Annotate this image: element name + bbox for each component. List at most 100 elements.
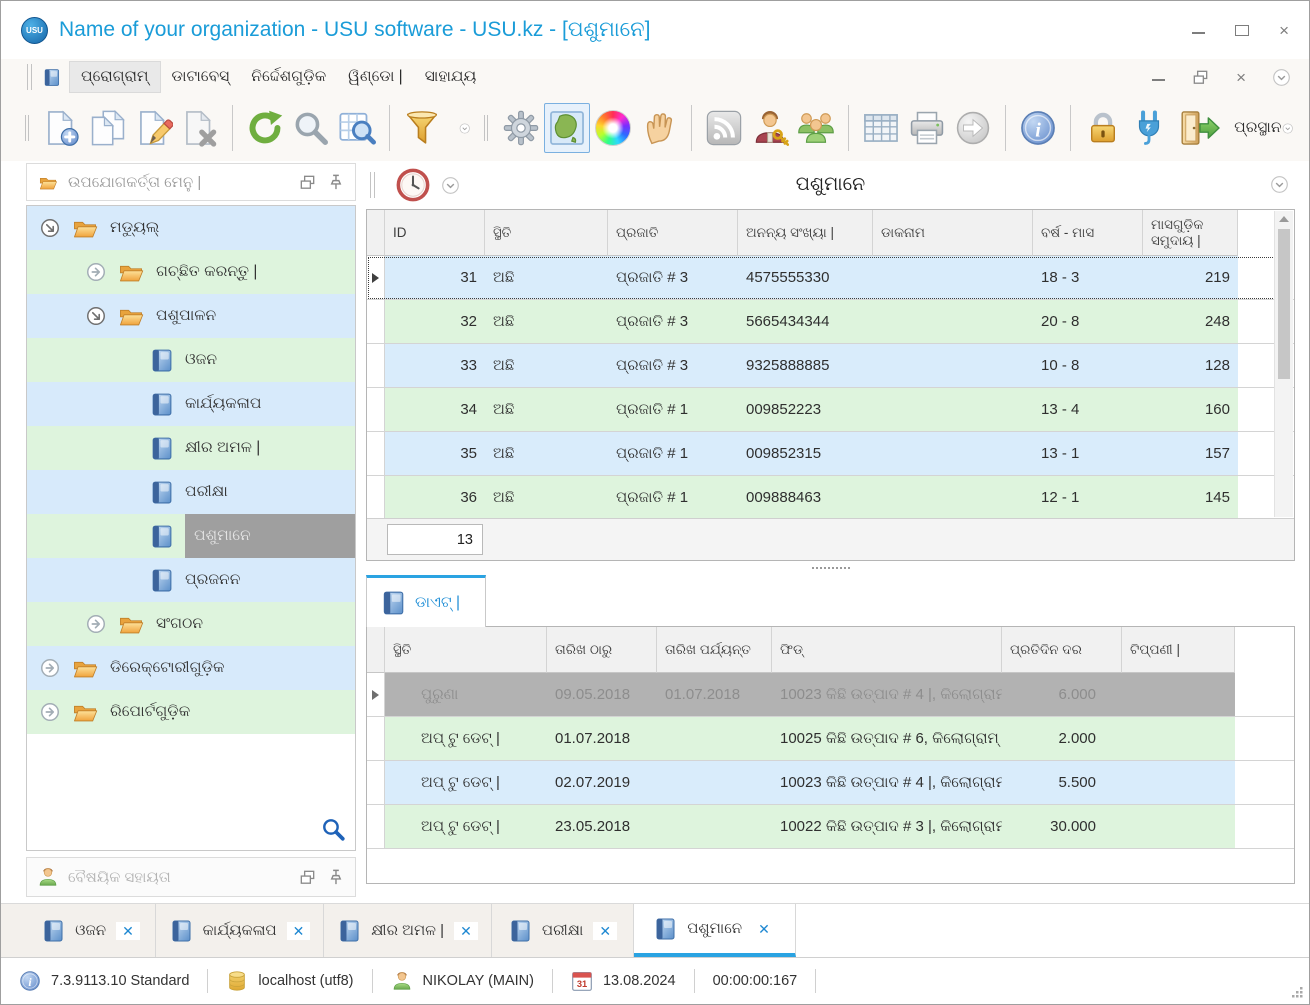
tree-item-breeding[interactable]: ପ୍ରଜନନ xyxy=(27,558,355,602)
color-scheme-button[interactable] xyxy=(590,103,636,153)
menu-item-database[interactable]: ଡାଟାବେସ୍ xyxy=(161,62,241,92)
tree-item-activity[interactable]: କାର୍ଯ୍ୟକଳାପ xyxy=(27,382,355,426)
menubar-drag-handle[interactable] xyxy=(27,64,32,90)
connection-button[interactable] xyxy=(1126,103,1172,153)
column-header-species[interactable]: ପ୍ରଜାତି xyxy=(608,210,738,256)
table-row[interactable]: ଅପ୍ ଟୁ ଡେଟ୍ | 01.07.2018 10025 କିଛି ଉତ୍ପ… xyxy=(367,717,1294,761)
copy-record-button[interactable] xyxy=(85,103,131,153)
tree-item-weight[interactable]: ଓଜନ xyxy=(27,338,355,382)
menu-item-commands[interactable]: ନିର୍ଦ୍ଦେଶଗୁଡ଼ିକ xyxy=(240,62,337,92)
tree-item-reports[interactable]: ରିପୋର୍ଟଗୁଡ଼ିକ xyxy=(27,690,355,734)
users-button[interactable] xyxy=(793,103,839,153)
technical-support-bar[interactable]: ବୈଷୟିକ ସହାୟତା xyxy=(26,857,356,897)
tree-item-directories[interactable]: ଡିରେକ୍ଟୋରୀଗୁଡ଼ିକ xyxy=(27,646,355,690)
column-header-id[interactable]: ID xyxy=(385,210,485,256)
table-row[interactable]: 31 ଅଛି ପ୍ରଜାତି # 3 4575555330 18 - 3 219 xyxy=(367,256,1294,300)
expand-arrow-icon[interactable] xyxy=(39,657,61,679)
table-row[interactable]: ଅପ୍ ଟୁ ଡେଟ୍ | 23.05.2018 10022 କିଛି ଉତ୍ପ… xyxy=(367,805,1294,849)
doc-tab-animals-active[interactable]: ପଶୁମାନେ ✕ xyxy=(634,904,796,957)
filter-button[interactable] xyxy=(399,103,445,153)
resize-grip[interactable] xyxy=(1290,985,1304,999)
timer-clock-icon[interactable] xyxy=(395,167,431,203)
column-header-months-total[interactable]: ମାସଗୁଡ଼ିକ ସମୁଦାୟ | xyxy=(1143,210,1238,256)
tree-item-organization[interactable]: ସଂଗଠନ xyxy=(27,602,355,646)
table-row[interactable]: 32 ଅଛି ପ୍ରଜାତି # 3 5665434344 20 - 8 248 xyxy=(367,300,1294,344)
news-feed-button[interactable] xyxy=(701,103,747,153)
exit-button[interactable] xyxy=(1172,103,1228,153)
table-row[interactable]: 35 ଅଛି ପ୍ରଜାତି # 1 009852315 13 - 1 157 xyxy=(367,432,1294,476)
doc-tab-milk-yield[interactable]: କ୍ଷୀର ଅମଳ | ✕ xyxy=(324,904,492,957)
tree-item-save[interactable]: ଗଚ୍ଛିତ କରନ୍ତୁ | xyxy=(27,250,355,294)
table-row[interactable]: 36 ଅଛି ପ୍ରଜାତି # 1 009888463 12 - 1 145 xyxy=(367,476,1294,520)
tab-close-icon[interactable]: ✕ xyxy=(593,921,618,940)
menu-item-window[interactable]: ୱିଣ୍ଡୋ | xyxy=(337,62,414,92)
map-button[interactable] xyxy=(544,103,591,153)
collapse-arrow-icon[interactable] xyxy=(39,217,61,239)
tree-item-examination[interactable]: ପରୀକ୍ଷା xyxy=(27,470,355,514)
search-button[interactable] xyxy=(288,103,334,153)
toolbar-overflow-chevron-icon[interactable] xyxy=(459,119,470,138)
close-button[interactable]: × xyxy=(1279,22,1289,39)
go-forward-button[interactable] xyxy=(950,103,996,153)
toolbar-drag-handle[interactable] xyxy=(25,115,29,141)
table-row[interactable]: ଅପ୍ ଟୁ ଡେଟ୍ | 02.07.2019 10023 କିଛି ଉତ୍ପ… xyxy=(367,761,1294,805)
column-header-rate-per-day[interactable]: ପ୍ରତିଦିନ ଦର xyxy=(1002,627,1122,673)
new-record-button[interactable] xyxy=(39,103,85,153)
main-right-chevron-icon[interactable] xyxy=(1270,175,1289,194)
scrollbar-up-arrow[interactable] xyxy=(1275,211,1293,227)
mdi-minimize-button[interactable] xyxy=(1152,73,1166,81)
table-row[interactable]: 34 ଅଛି ପ୍ରଜାତି # 1 009852223 13 - 4 160 xyxy=(367,388,1294,432)
expand-arrow-icon[interactable] xyxy=(85,261,107,283)
refresh-button[interactable] xyxy=(242,103,288,153)
table-view-button[interactable] xyxy=(858,103,904,153)
vertical-scrollbar[interactable] xyxy=(1274,211,1293,517)
column-header-year-month[interactable]: ବର୍ଷ - ମାସ xyxy=(1033,210,1143,256)
lock-button[interactable] xyxy=(1080,103,1126,153)
menu-item-help[interactable]: ସାହାଯ୍ୟ xyxy=(414,62,488,92)
table-row[interactable]: 33 ଅଛି ପ୍ରଜାତି # 3 9325888885 10 - 8 128 xyxy=(367,344,1294,388)
mdi-close-button[interactable]: × xyxy=(1236,69,1246,86)
tree-item-animal-husbandry[interactable]: ପଶୁପାଳନ xyxy=(27,294,355,338)
menubar-overflow-chevron-icon[interactable] xyxy=(1272,68,1291,87)
print-button[interactable] xyxy=(904,103,950,153)
column-header-nickname[interactable]: ଡାକନାମ xyxy=(873,210,1033,256)
user-permissions-button[interactable] xyxy=(747,103,793,153)
scrollbar-thumb[interactable] xyxy=(1278,229,1290,379)
sidebar-restore-icon[interactable] xyxy=(298,173,317,192)
support-restore-icon[interactable] xyxy=(298,868,317,887)
search-table-button[interactable] xyxy=(334,103,380,153)
column-header-status[interactable]: ସ୍ଥିତି xyxy=(385,627,547,673)
main-toolbar-chevron-icon[interactable] xyxy=(441,176,460,195)
column-header-note[interactable]: ଟିପ୍ପଣୀ | xyxy=(1122,627,1235,673)
support-pin-icon[interactable] xyxy=(326,868,345,887)
doc-tab-activity[interactable]: କାର୍ଯ୍ୟକଳାପ ✕ xyxy=(156,904,324,957)
panel-splitter[interactable] xyxy=(366,561,1295,575)
column-header-status[interactable]: ସ୍ଥିତି xyxy=(485,210,608,256)
column-header-date-from[interactable]: ତାରିଖ ଠାରୁ xyxy=(547,627,657,673)
column-header-unique-number[interactable]: ଅନନ୍ୟ ସଂଖ୍ୟା | xyxy=(738,210,873,256)
settings-button[interactable] xyxy=(498,103,544,153)
doc-tab-weight[interactable]: ଓଜନ ✕ xyxy=(26,904,156,957)
menu-item-program[interactable]: ପ୍ରୋଗ୍ରାମ୍ xyxy=(69,61,161,93)
tab-diet[interactable]: ଡାଏଟ୍ | xyxy=(366,575,486,627)
tab-close-icon[interactable]: ✕ xyxy=(286,921,311,940)
expand-arrow-icon[interactable] xyxy=(85,613,107,635)
maximize-button[interactable] xyxy=(1235,24,1250,36)
column-header-feed[interactable]: ଫିଡ୍ xyxy=(772,627,1002,673)
delete-record-button[interactable] xyxy=(177,103,223,153)
info-button[interactable] xyxy=(1015,103,1061,153)
tab-close-icon[interactable]: ✕ xyxy=(116,921,140,940)
tree-item-animals-selected[interactable]: ପଶୁମାନେ xyxy=(27,514,355,558)
tree-item-modules[interactable]: ମଡ୍ୟୁଲ୍ xyxy=(27,206,355,250)
table-row[interactable]: ପୁରୁଣା 09.05.2018 01.07.2018 10023 କିଛି … xyxy=(367,673,1294,717)
expand-arrow-icon[interactable] xyxy=(39,701,61,723)
doc-tab-examination[interactable]: ପରୀକ୍ଷା ✕ xyxy=(492,904,634,957)
hand-move-button[interactable] xyxy=(636,103,682,153)
edit-record-button[interactable] xyxy=(131,103,177,153)
column-header-date-to[interactable]: ତାରିଖ ପର୍ଯ୍ୟନ୍ତ xyxy=(657,627,772,673)
exit-button-label[interactable]: ପ୍ରସ୍ଥାନ xyxy=(1234,119,1281,137)
toolbar-right-overflow-chevron-icon[interactable] xyxy=(1282,119,1293,138)
mdi-restore-button[interactable] xyxy=(1191,68,1210,87)
tree-search-icon[interactable] xyxy=(320,816,346,842)
sidebar-pin-icon[interactable] xyxy=(326,173,345,192)
